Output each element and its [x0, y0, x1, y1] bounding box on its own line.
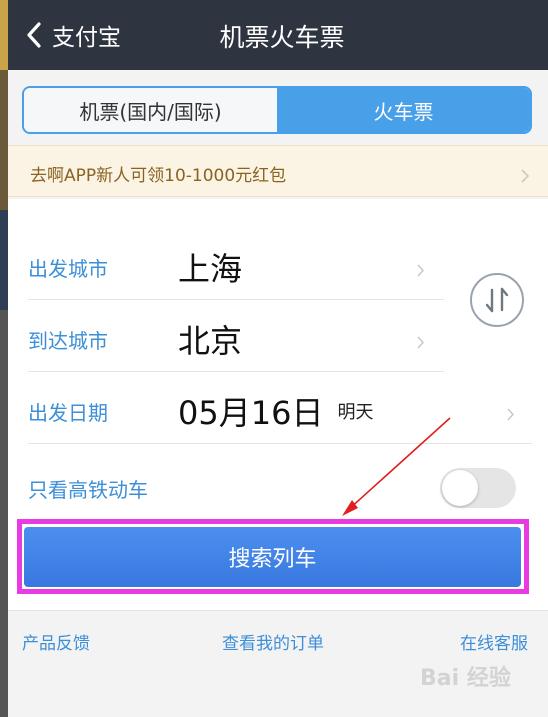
date-label: 出发日期 [28, 400, 108, 425]
high-speed-toggle[interactable] [440, 468, 516, 508]
chevron-right-icon [507, 408, 515, 421]
promo-text: 去啊APP新人可领10-1000元红包 [30, 166, 287, 186]
departure-label: 出发城市 [28, 256, 108, 281]
swap-cities-button[interactable] [470, 273, 524, 327]
high-speed-label: 只看高铁动车 [28, 478, 148, 502]
arrival-city: 北京 [178, 322, 243, 360]
chevron-right-icon [521, 169, 530, 183]
watermark: Bai 经验 [420, 666, 511, 691]
page-title: 机票火车票 [219, 23, 345, 52]
departure-row[interactable]: 出发城市 上海 [28, 244, 242, 290]
date-note: 明天 [337, 402, 374, 423]
tab-trains[interactable]: 火车票 [277, 88, 530, 132]
app-screen: 支付宝 机票火车票 机票(国内/国际) 火车票 去啊APP新人可领10-1000… [0, 0, 548, 717]
background-edge [0, 0, 8, 717]
departure-city: 上海 [178, 250, 243, 288]
top-bar: 支付宝 机票火车票 [8, 0, 548, 70]
swap-arrows-icon [485, 287, 509, 313]
arrival-row[interactable]: 到达城市 北京 [28, 316, 242, 362]
ticket-type-tabs: 机票(国内/国际) 火车票 [22, 86, 532, 134]
high-speed-row: 只看高铁动车 [28, 474, 148, 503]
customer-service-link[interactable]: 在线客服 [460, 629, 528, 654]
feedback-link[interactable]: 产品反馈 [22, 629, 90, 654]
divider [28, 443, 532, 444]
departure-date: 05月16日 [178, 394, 324, 432]
tab-flights[interactable]: 机票(国内/国际) [24, 88, 277, 132]
arrival-label: 到达城市 [28, 328, 108, 353]
date-row[interactable]: 出发日期 05月16日 明天 [28, 388, 373, 434]
my-orders-link[interactable]: 查看我的订单 [222, 629, 324, 654]
promo-banner[interactable]: 去啊APP新人可领10-1000元红包 [8, 145, 548, 197]
divider [28, 299, 444, 300]
chevron-right-icon [417, 264, 425, 277]
chevron-right-icon [417, 336, 425, 349]
search-trains-button[interactable]: 搜索列车 [24, 527, 521, 587]
toggle-knob [442, 470, 478, 506]
divider [28, 371, 444, 372]
